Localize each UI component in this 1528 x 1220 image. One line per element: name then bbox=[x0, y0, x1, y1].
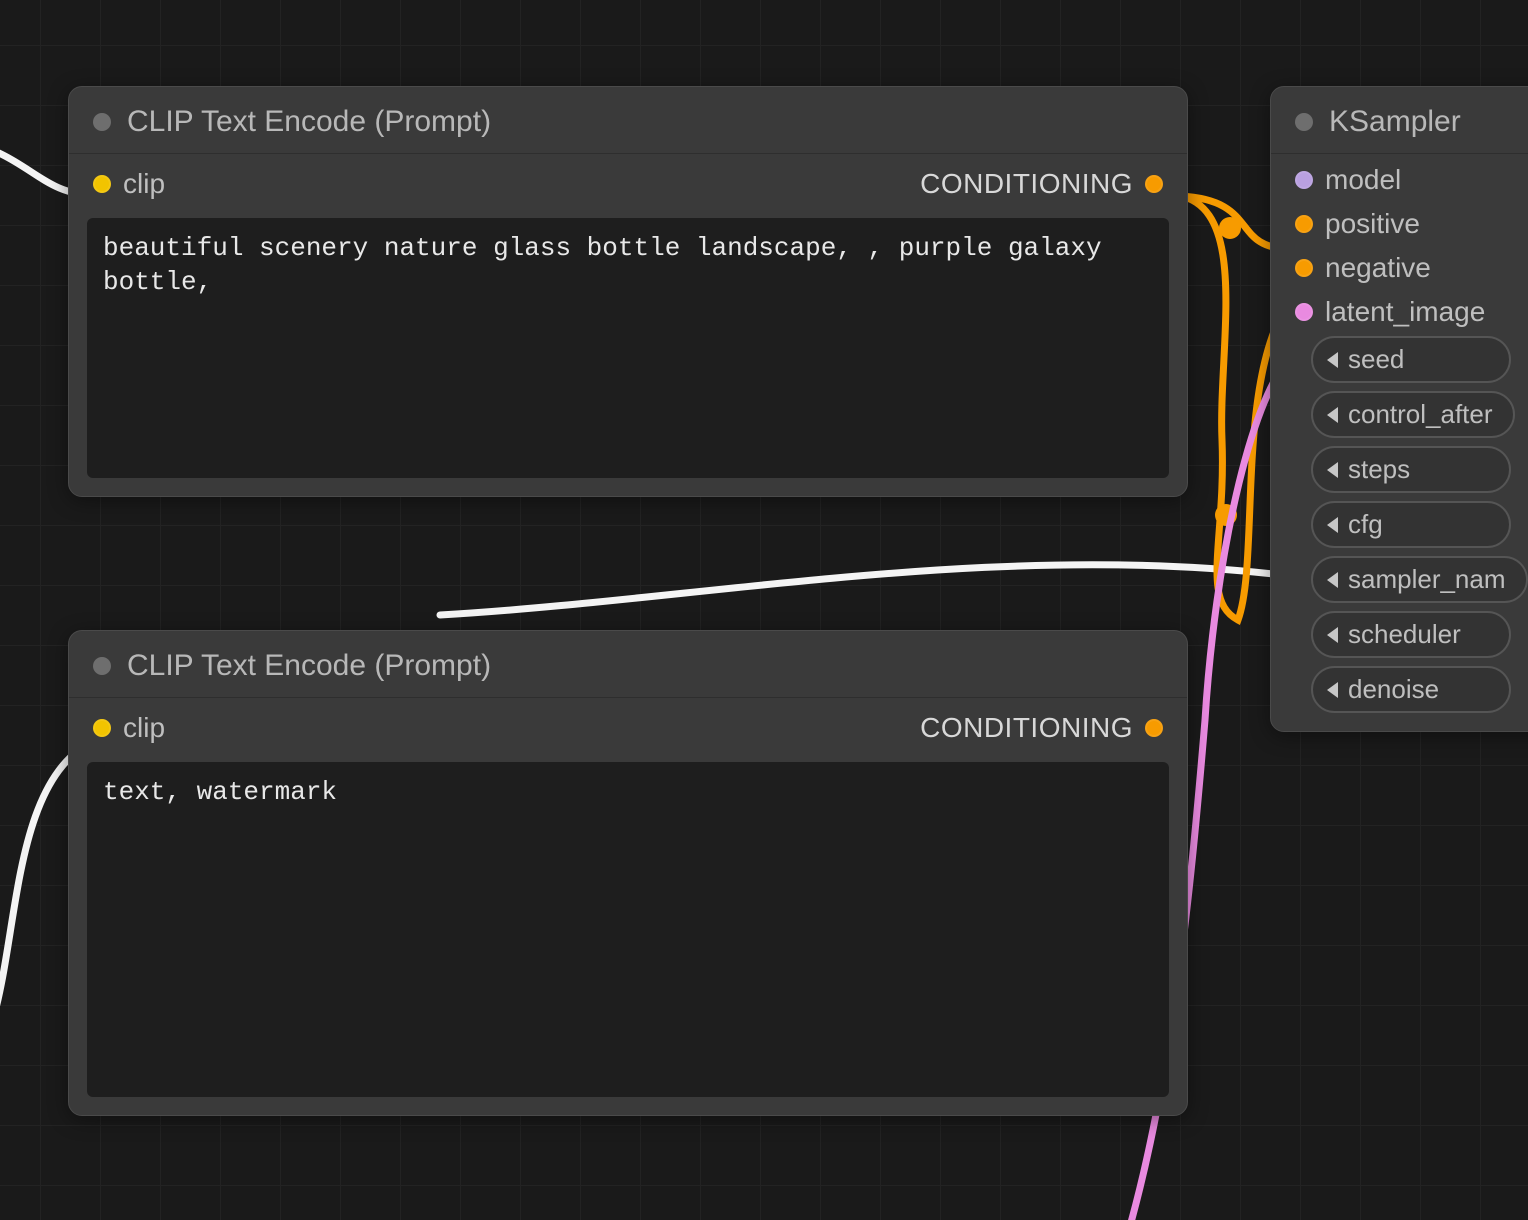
prompt-text-input[interactable]: beautiful scenery nature glass bottle la… bbox=[87, 218, 1169, 478]
port-dot-icon[interactable] bbox=[93, 175, 111, 193]
param-label: steps bbox=[1348, 454, 1410, 485]
prompt-text-input[interactable]: text, watermark bbox=[87, 762, 1169, 1097]
port-label: latent_image bbox=[1325, 296, 1485, 328]
port-label: CONDITIONING bbox=[920, 168, 1133, 200]
chevron-left-icon bbox=[1327, 572, 1338, 588]
param-seed[interactable]: seed bbox=[1311, 336, 1511, 383]
chevron-left-icon bbox=[1327, 517, 1338, 533]
node-clip-text-encode-2[interactable]: CLIP Text Encode (Prompt) clip CONDITION… bbox=[68, 630, 1188, 1116]
input-port-latent-image[interactable]: latent_image bbox=[1295, 296, 1528, 328]
node-header[interactable]: KSampler bbox=[1271, 87, 1528, 154]
param-cfg[interactable]: cfg bbox=[1311, 501, 1511, 548]
chevron-left-icon bbox=[1327, 407, 1338, 423]
param-label: sampler_nam bbox=[1348, 564, 1506, 595]
chevron-left-icon bbox=[1327, 682, 1338, 698]
port-label: clip bbox=[123, 168, 165, 200]
port-dot-icon[interactable] bbox=[1295, 259, 1313, 277]
ports-row: clip CONDITIONING bbox=[69, 698, 1187, 754]
param-label: cfg bbox=[1348, 509, 1383, 540]
node-header[interactable]: CLIP Text Encode (Prompt) bbox=[69, 87, 1187, 154]
param-label: seed bbox=[1348, 344, 1404, 375]
param-label: denoise bbox=[1348, 674, 1439, 705]
chevron-left-icon bbox=[1327, 462, 1338, 478]
port-label: CONDITIONING bbox=[920, 712, 1133, 744]
port-label: negative bbox=[1325, 252, 1431, 284]
input-port-negative[interactable]: negative bbox=[1295, 252, 1528, 284]
port-dot-icon[interactable] bbox=[1145, 175, 1163, 193]
collapse-toggle-icon[interactable] bbox=[1295, 113, 1313, 131]
node-title: CLIP Text Encode (Prompt) bbox=[127, 649, 491, 683]
param-control-after[interactable]: control_after bbox=[1311, 391, 1515, 438]
node-title: KSampler bbox=[1329, 105, 1461, 139]
param-denoise[interactable]: denoise bbox=[1311, 666, 1511, 713]
port-dot-icon[interactable] bbox=[93, 719, 111, 737]
params-column: seed control_after steps cfg sampler_nam… bbox=[1271, 328, 1528, 731]
port-label: positive bbox=[1325, 208, 1420, 240]
port-dot-icon[interactable] bbox=[1295, 215, 1313, 233]
input-port-clip[interactable]: clip bbox=[93, 712, 165, 744]
port-dot-icon[interactable] bbox=[1145, 719, 1163, 737]
param-scheduler[interactable]: scheduler bbox=[1311, 611, 1511, 658]
ports-row: clip CONDITIONING bbox=[69, 154, 1187, 210]
output-port-conditioning[interactable]: CONDITIONING bbox=[920, 168, 1163, 200]
chevron-left-icon bbox=[1327, 627, 1338, 643]
collapse-toggle-icon[interactable] bbox=[93, 113, 111, 131]
inputs-column: model positive negative latent_image bbox=[1271, 154, 1528, 328]
node-ksampler[interactable]: KSampler model positive negative latent_… bbox=[1270, 86, 1528, 732]
output-port-conditioning[interactable]: CONDITIONING bbox=[920, 712, 1163, 744]
chevron-left-icon bbox=[1327, 352, 1338, 368]
param-steps[interactable]: steps bbox=[1311, 446, 1511, 493]
node-header[interactable]: CLIP Text Encode (Prompt) bbox=[69, 631, 1187, 698]
port-label: clip bbox=[123, 712, 165, 744]
collapse-toggle-icon[interactable] bbox=[93, 657, 111, 675]
port-dot-icon[interactable] bbox=[1295, 171, 1313, 189]
input-port-model[interactable]: model bbox=[1295, 164, 1528, 196]
port-dot-icon[interactable] bbox=[1295, 303, 1313, 321]
input-port-positive[interactable]: positive bbox=[1295, 208, 1528, 240]
node-clip-text-encode-1[interactable]: CLIP Text Encode (Prompt) clip CONDITION… bbox=[68, 86, 1188, 497]
port-label: model bbox=[1325, 164, 1401, 196]
param-label: control_after bbox=[1348, 399, 1493, 430]
input-port-clip[interactable]: clip bbox=[93, 168, 165, 200]
node-title: CLIP Text Encode (Prompt) bbox=[127, 105, 491, 139]
param-sampler-name[interactable]: sampler_nam bbox=[1311, 556, 1528, 603]
param-label: scheduler bbox=[1348, 619, 1461, 650]
